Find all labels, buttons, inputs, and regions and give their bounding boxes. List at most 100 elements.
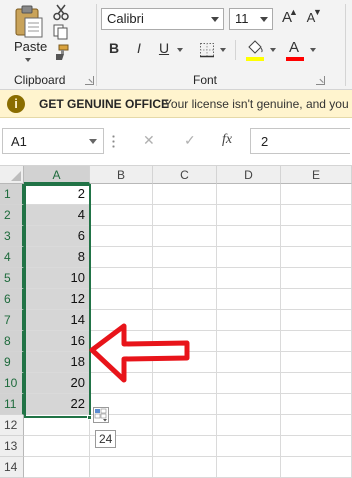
row-header-7[interactable]: 7	[0, 310, 24, 331]
column-header-c[interactable]: C	[153, 166, 217, 184]
cell-a12[interactable]	[24, 415, 90, 436]
column-header-a[interactable]: A	[24, 166, 90, 184]
cell-e10[interactable]	[281, 373, 352, 394]
row-header-12[interactable]: 12	[0, 415, 24, 436]
copy-button[interactable]	[52, 23, 70, 41]
cell-c14[interactable]	[153, 457, 217, 478]
cell-d2[interactable]	[217, 205, 281, 226]
row-header-4[interactable]: 4	[0, 247, 24, 268]
row-header-3[interactable]: 3	[0, 226, 24, 247]
grow-font-button[interactable]: A ▲	[278, 7, 298, 29]
cell-e6[interactable]	[281, 289, 352, 310]
enter-icon[interactable]: ✓	[184, 132, 196, 149]
fill-color-button[interactable]	[246, 40, 264, 62]
font-name-combo[interactable]: Calibri	[101, 8, 224, 30]
cell-a5[interactable]: 10	[24, 268, 90, 289]
cell-d11[interactable]	[217, 394, 281, 415]
cell-a3[interactable]: 6	[24, 226, 90, 247]
paste-dropdown-icon[interactable]	[25, 58, 31, 62]
name-box[interactable]: A1	[2, 128, 104, 154]
cell-a1[interactable]: 2	[24, 184, 90, 205]
formula-input[interactable]: 2	[250, 128, 350, 154]
cell-e7[interactable]	[281, 310, 352, 331]
row-header-9[interactable]: 9	[0, 352, 24, 373]
cell-e13[interactable]	[281, 436, 352, 457]
cell-a14[interactable]	[24, 457, 90, 478]
cell-c6[interactable]	[153, 289, 217, 310]
cell-a7[interactable]: 14	[24, 310, 90, 331]
cell-e3[interactable]	[281, 226, 352, 247]
cell-a2[interactable]: 4	[24, 205, 90, 226]
cell-e4[interactable]	[281, 247, 352, 268]
cell-d5[interactable]	[217, 268, 281, 289]
bold-button[interactable]: B	[105, 40, 123, 56]
font-color-button[interactable]: A	[286, 39, 304, 62]
shrink-font-button[interactable]: A ▼	[302, 7, 322, 29]
row-header-13[interactable]: 13	[0, 436, 24, 457]
cell-a9[interactable]: 18	[24, 352, 90, 373]
cell-e8[interactable]	[281, 331, 352, 352]
cell-c5[interactable]	[153, 268, 217, 289]
cell-e1[interactable]	[281, 184, 352, 205]
cell-d12[interactable]	[217, 415, 281, 436]
cell-e5[interactable]	[281, 268, 352, 289]
cell-d8[interactable]	[217, 331, 281, 352]
column-header-d[interactable]: D	[217, 166, 281, 184]
italic-button[interactable]: I	[130, 40, 148, 56]
row-header-11[interactable]: 11	[0, 394, 24, 415]
borders-dropdown-icon[interactable]	[220, 48, 226, 52]
row-header-5[interactable]: 5	[0, 268, 24, 289]
cell-c12[interactable]	[153, 415, 217, 436]
spreadsheet-grid[interactable]: ABCDE 1 2 3 4 5 6 7 8 9 10 11 12 13 14 2 4 6 8 10 12 14 16 18…	[0, 166, 352, 478]
row-header-8[interactable]: 8	[0, 331, 24, 352]
fill-handle[interactable]	[87, 415, 92, 420]
cell-d9[interactable]	[217, 352, 281, 373]
cell-b4[interactable]	[90, 247, 153, 268]
cell-a4[interactable]: 8	[24, 247, 90, 268]
cell-c11[interactable]	[153, 394, 217, 415]
cell-a8[interactable]: 16	[24, 331, 90, 352]
underline-button[interactable]: U	[155, 40, 173, 56]
cell-b2[interactable]	[90, 205, 153, 226]
cell-b3[interactable]	[90, 226, 153, 247]
column-header-e[interactable]: E	[281, 166, 352, 184]
row-header-6[interactable]: 6	[0, 289, 24, 310]
cell-e2[interactable]	[281, 205, 352, 226]
fill-color-dropdown-icon[interactable]	[270, 48, 276, 52]
insert-function-icon[interactable]: fx	[222, 132, 232, 148]
borders-button[interactable]	[199, 42, 215, 58]
font-color-dropdown-icon[interactable]	[310, 48, 316, 52]
cell-a6[interactable]: 12	[24, 289, 90, 310]
cell-d14[interactable]	[217, 457, 281, 478]
cell-b5[interactable]	[90, 268, 153, 289]
row-header-14[interactable]: 14	[0, 457, 24, 478]
paste-button[interactable]: Paste	[6, 2, 50, 62]
cell-c13[interactable]	[153, 436, 217, 457]
cell-b14[interactable]	[90, 457, 153, 478]
select-all-corner[interactable]	[0, 166, 24, 184]
cell-a13[interactable]	[24, 436, 90, 457]
cell-d1[interactable]	[217, 184, 281, 205]
cell-c2[interactable]	[153, 205, 217, 226]
cut-button[interactable]	[52, 3, 70, 21]
cell-e11[interactable]	[281, 394, 352, 415]
cell-b1[interactable]	[90, 184, 153, 205]
cell-d4[interactable]	[217, 247, 281, 268]
cell-d6[interactable]	[217, 289, 281, 310]
cell-b6[interactable]	[90, 289, 153, 310]
column-header-b[interactable]: B	[90, 166, 153, 184]
cell-a10[interactable]: 20	[24, 373, 90, 394]
auto-fill-options-button[interactable]	[93, 407, 109, 423]
cell-d7[interactable]	[217, 310, 281, 331]
cancel-icon[interactable]: ✕	[143, 132, 155, 149]
format-painter-button[interactable]	[52, 43, 70, 61]
cell-c1[interactable]	[153, 184, 217, 205]
cell-e12[interactable]	[281, 415, 352, 436]
font-dialog-launcher-icon[interactable]	[316, 76, 325, 85]
cell-c4[interactable]	[153, 247, 217, 268]
row-header-10[interactable]: 10	[0, 373, 24, 394]
cell-d10[interactable]	[217, 373, 281, 394]
cell-e14[interactable]	[281, 457, 352, 478]
cell-d13[interactable]	[217, 436, 281, 457]
row-header-2[interactable]: 2	[0, 205, 24, 226]
